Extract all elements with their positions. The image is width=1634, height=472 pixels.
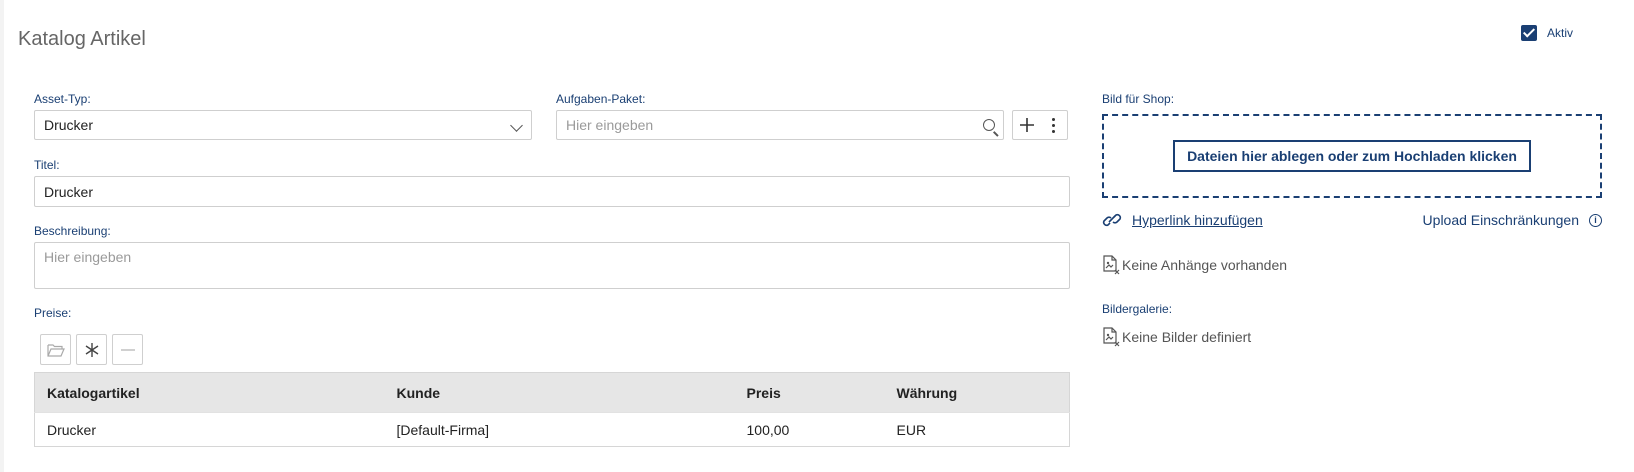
aktiv-checkbox[interactable] bbox=[1521, 25, 1537, 41]
beschreibung-label: Beschreibung: bbox=[34, 224, 111, 238]
chevron-down-icon bbox=[510, 119, 523, 132]
asset-typ-value: Drucker bbox=[44, 117, 94, 133]
beschreibung-textarea[interactable]: Hier eingeben bbox=[34, 242, 1070, 289]
bild-shop-label: Bild für Shop: bbox=[1102, 92, 1175, 106]
table-row[interactable]: Drucker [Default-Firma] 100,00 EUR bbox=[34, 412, 1070, 447]
titel-label: Titel: bbox=[34, 158, 60, 172]
link-icon bbox=[1102, 213, 1122, 227]
titel-input[interactable]: Drucker bbox=[34, 176, 1070, 207]
aktiv-label: Aktiv bbox=[1547, 26, 1574, 40]
asterisk-icon bbox=[85, 342, 98, 357]
bildergalerie-label: Bildergalerie: bbox=[1102, 302, 1173, 316]
no-images-text: Keine Bilder definiert bbox=[1122, 329, 1252, 345]
no-attachments-row: Keine Anhänge vorhanden bbox=[1102, 255, 1287, 275]
no-image-file-icon bbox=[1103, 327, 1120, 347]
aufgaben-paket-label: Aufgaben-Paket: bbox=[556, 92, 646, 106]
page-title: Katalog Artikel bbox=[18, 28, 146, 50]
add-hyperlink-label[interactable]: Hyperlink hinzufügen bbox=[1132, 212, 1263, 228]
more-options-icon[interactable] bbox=[1040, 111, 1067, 139]
table-header-row: Katalogartikel Kunde Preis Währung bbox=[34, 372, 1070, 413]
aufgaben-paket-placeholder: Hier eingeben bbox=[566, 117, 654, 133]
cell-kunde: [Default-Firma] bbox=[384, 412, 735, 447]
cell-preis: 100,00 bbox=[734, 412, 885, 447]
aufgaben-paket-input[interactable]: Hier eingeben bbox=[556, 110, 1004, 140]
open-folder-button[interactable] bbox=[40, 334, 71, 365]
upload-restrictions-link[interactable]: Upload Einschränkungen i bbox=[1423, 212, 1602, 228]
remove-entry-button[interactable] bbox=[112, 334, 143, 365]
info-icon[interactable]: i bbox=[1589, 213, 1602, 227]
no-attachments-text: Keine Anhänge vorhanden bbox=[1122, 257, 1288, 273]
aktiv-toggle[interactable]: Aktiv bbox=[1521, 25, 1573, 41]
asset-typ-label: Asset-Typ: bbox=[34, 92, 91, 106]
new-entry-button[interactable] bbox=[76, 334, 107, 365]
image-dropzone[interactable]: Dateien hier ablegen oder zum Hochladen … bbox=[1102, 114, 1602, 198]
add-hyperlink-link[interactable]: Hyperlink hinzufügen bbox=[1102, 211, 1263, 229]
no-attachment-file-icon bbox=[1103, 255, 1120, 275]
no-images-row: Keine Bilder definiert bbox=[1102, 327, 1251, 347]
beschreibung-placeholder: Hier eingeben bbox=[44, 249, 132, 265]
minus-icon bbox=[120, 348, 135, 351]
add-icon[interactable] bbox=[1013, 111, 1040, 139]
upload-links-row: Hyperlink hinzufügen Upload Einschränkun… bbox=[1102, 209, 1602, 231]
prices-table: Katalogartikel Kunde Preis Währung Druck… bbox=[34, 372, 1070, 447]
preise-label: Preise: bbox=[34, 306, 72, 320]
column-header-waehrung[interactable]: Währung bbox=[884, 372, 1070, 413]
column-header-kunde[interactable]: Kunde bbox=[384, 372, 735, 413]
upload-restrictions-label[interactable]: Upload Einschränkungen bbox=[1423, 212, 1579, 228]
cell-katalogartikel: Drucker bbox=[34, 412, 385, 447]
aufgaben-paket-actions bbox=[1012, 110, 1068, 140]
upload-button[interactable]: Dateien hier ablegen oder zum Hochladen … bbox=[1173, 140, 1531, 172]
left-frame-edge bbox=[0, 0, 4, 472]
search-icon[interactable] bbox=[983, 119, 995, 131]
folder-open-icon bbox=[46, 343, 65, 357]
column-header-preis[interactable]: Preis bbox=[734, 372, 885, 413]
asset-typ-select[interactable]: Drucker bbox=[34, 110, 532, 140]
titel-value: Drucker bbox=[44, 183, 94, 200]
column-header-katalogartikel[interactable]: Katalogartikel bbox=[34, 372, 385, 413]
cell-waehrung: EUR bbox=[884, 412, 1070, 447]
